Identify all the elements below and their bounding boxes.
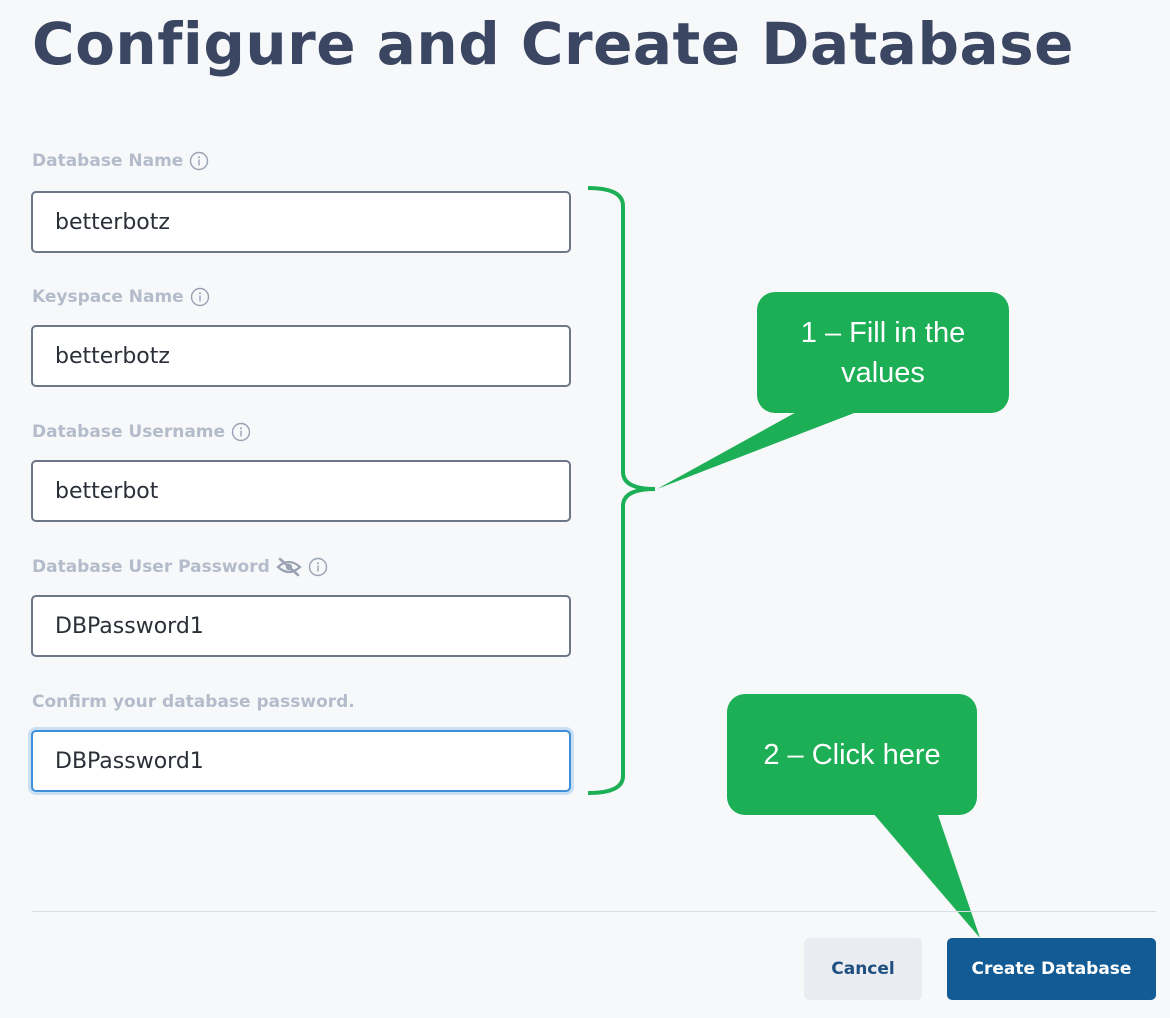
keyspace-name-input[interactable] bbox=[31, 325, 571, 387]
eye-slash-icon[interactable] bbox=[276, 557, 302, 577]
database-name-input[interactable] bbox=[31, 191, 571, 253]
confirm-password-label: Confirm your database password. bbox=[32, 692, 355, 712]
database-name-label: Database Name bbox=[32, 151, 209, 171]
create-database-button[interactable]: Create Database bbox=[947, 938, 1156, 1000]
callout-fill-values: 1 – Fill in the values bbox=[757, 292, 1009, 413]
info-icon[interactable] bbox=[189, 151, 209, 171]
database-password-label-text: Database User Password bbox=[32, 557, 270, 577]
confirm-password-input[interactable] bbox=[31, 730, 571, 792]
info-icon[interactable] bbox=[190, 287, 210, 307]
database-password-label: Database User Password bbox=[32, 557, 328, 577]
footer-divider bbox=[32, 911, 1156, 912]
callout-1-pointer bbox=[657, 410, 862, 489]
info-icon[interactable] bbox=[231, 422, 251, 442]
callout-click-here-text: 2 – Click here bbox=[763, 738, 941, 771]
callout-2-pointer bbox=[872, 812, 980, 938]
cancel-button[interactable]: Cancel bbox=[804, 938, 922, 1000]
callout-fill-values-text: 1 – Fill in the values bbox=[800, 316, 966, 389]
database-username-label-text: Database Username bbox=[32, 422, 226, 442]
keyspace-name-label-text: Keyspace Name bbox=[32, 287, 184, 307]
info-icon[interactable] bbox=[308, 557, 328, 577]
callout-click-here: 2 – Click here bbox=[727, 694, 977, 815]
database-username-input[interactable] bbox=[31, 460, 571, 522]
database-name-label-text: Database Name bbox=[32, 151, 184, 171]
page-title: Configure and Create Database bbox=[32, 10, 1074, 78]
confirm-password-label-text: Confirm your database password. bbox=[32, 692, 355, 712]
keyspace-name-label: Keyspace Name bbox=[32, 287, 210, 307]
annotation-bracket bbox=[587, 186, 656, 795]
database-password-input[interactable] bbox=[31, 595, 571, 657]
database-username-label: Database Username bbox=[32, 422, 251, 442]
